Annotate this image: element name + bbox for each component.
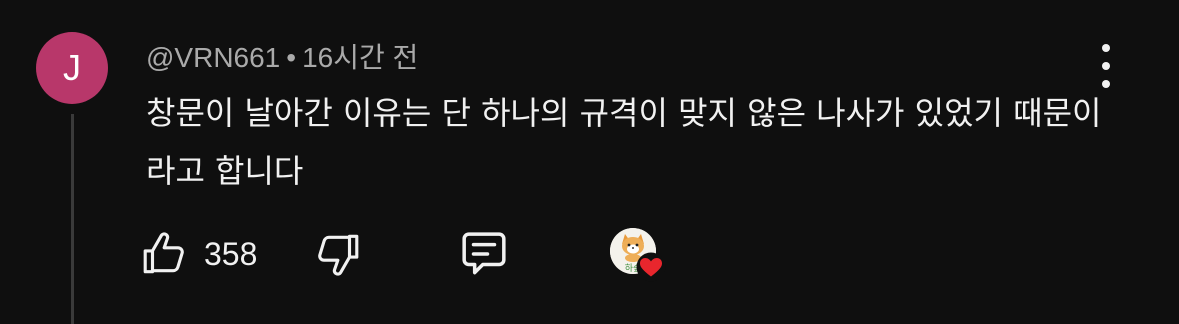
like-button[interactable]: 358 xyxy=(140,224,257,284)
heart-icon xyxy=(636,252,666,282)
reply-button[interactable] xyxy=(456,224,512,284)
reply-comment-icon xyxy=(462,232,506,275)
comment-time[interactable]: 16시간 전 xyxy=(302,42,418,73)
avatar-letter: J xyxy=(63,47,81,88)
more-dot xyxy=(1102,80,1110,88)
thumbs-down-icon xyxy=(318,234,359,276)
creator-heart[interactable]: 하숲 xyxy=(606,224,670,284)
more-dot xyxy=(1102,62,1110,70)
comment-meta: @VRN661 • 16시간 전 xyxy=(146,36,418,76)
meta-separator: • xyxy=(286,42,297,73)
more-options-button[interactable] xyxy=(1092,44,1120,88)
more-dot xyxy=(1102,44,1110,52)
comment-author[interactable]: @VRN661 xyxy=(146,42,280,73)
dislike-button[interactable] xyxy=(312,224,362,284)
thumbs-up-icon xyxy=(143,232,184,274)
comment-text: 창문이 날아간 이유는 단 하나의 규격이 맞지 않은 나사가 있었기 때문이라… xyxy=(146,94,1102,190)
like-count: 358 xyxy=(204,235,258,272)
thread-line xyxy=(71,114,74,324)
comment-avatar[interactable]: J xyxy=(36,32,108,104)
